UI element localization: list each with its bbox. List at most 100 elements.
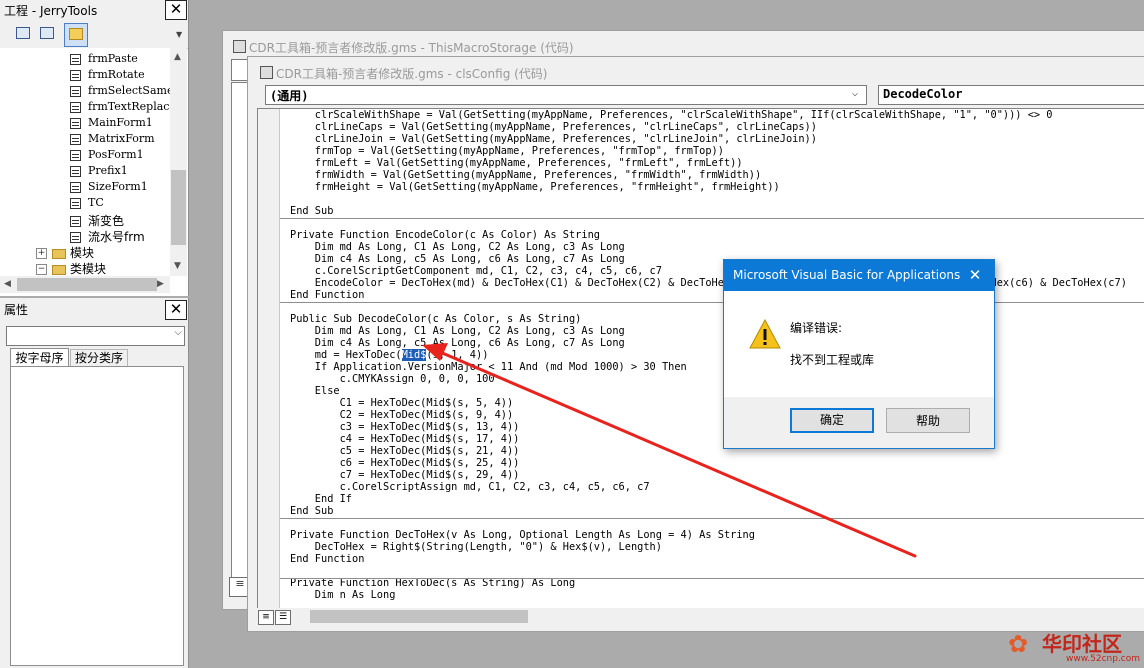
properties-panel: 属性 ✕ ⌵ 按字母序 按分类序 [0,298,189,668]
properties-grid[interactable] [10,366,184,666]
scroll-right-icon[interactable]: ▶ [157,279,164,289]
project-explorer-title: 工程 - JerryTools [4,4,98,18]
code-line-hexdec: md = HexToDec(Mid$(s, 1, 4)) [290,349,488,361]
tree-vertical-scroll-thumb[interactable] [171,170,186,245]
project-explorer-titlebar: 工程 - JerryTools ✕ [0,0,188,21]
view-object-icon [40,27,54,39]
dialog-titlebar: Microsoft Visual Basic for Applications … [724,260,994,291]
properties-object-select[interactable]: ⌵ [6,326,185,346]
userform-icon [70,53,81,65]
expand-icon[interactable]: + [36,248,47,259]
tree-folder-modules[interactable]: + 模块 [36,244,94,260]
code-block-encodecolor: Private Function EncodeColor(c As Color)… [290,229,1127,301]
tab-alphabetic[interactable]: 按字母序 [10,348,69,367]
scroll-left-icon[interactable]: ◀ [4,279,11,289]
properties-close-icon[interactable]: ✕ [165,300,187,320]
help-button[interactable]: 帮助 [886,408,970,433]
selected-code-text[interactable]: Mid$ [401,349,427,361]
tree-item-label: PosForm1 [88,148,144,161]
collapse-icon[interactable]: − [36,264,47,275]
userform-icon [70,101,81,113]
view-object-button[interactable] [36,23,58,45]
site-watermark: ✿ 华印社区 www.52cnp.com [1008,628,1142,668]
chevron-down-icon[interactable]: ⌵ [852,88,858,99]
code-text[interactable]: clrScaleWithShape = Val(GetSetting(myApp… [290,109,1127,601]
tree-horizontal-scroll-thumb[interactable] [17,278,157,291]
tree-item-label: frmPaste [88,52,138,65]
tree-item-form[interactable]: frmPaste [70,52,138,68]
userform-icon [70,133,81,145]
tree-item-label: MatrixForm [88,132,155,145]
tree-item-label: 渐变色 [88,214,125,228]
object-select[interactable]: (通用) ⌵ [265,85,867,105]
tree-item-form[interactable]: SizeForm1 [70,180,148,196]
chevron-down-icon[interactable]: ⌵ [174,327,182,338]
procedure-separator [280,218,1144,219]
properties-title: 属性 [4,303,29,317]
tree-item-form[interactable]: frmRotate [70,68,145,84]
toolbar-overflow-icon[interactable]: ▼ [176,30,184,44]
view-code-button[interactable] [12,23,34,45]
tree-item-label: TC [88,196,104,209]
warning-icon [749,319,781,349]
code-horizontal-scroll-thumb[interactable] [310,610,528,623]
userform-icon [70,69,81,81]
tree-item-label: Prefix1 [88,164,128,177]
tree-item-form[interactable]: Prefix1 [70,164,128,180]
code-window-icon [260,66,273,79]
tree-item-form[interactable]: frmSelectSame [70,84,170,100]
tree-item-form[interactable]: 渐变色 [70,212,124,228]
project-explorer-close-icon[interactable]: ✕ [165,0,187,20]
userform-icon [70,117,81,129]
userform-icon [70,165,81,177]
tree-item-form[interactable]: 流水号frm [70,228,145,244]
tree-item-label: frmSelectSame [88,84,170,97]
procedure-view-icon[interactable]: ≡ [258,610,274,625]
project-tree: frmPaste frmRotate frmSelectSame frmText… [0,48,170,276]
code-window-clsconfig[interactable]: CDR工具箱-预言者修改版.gms - clsConfig (代码) (通用) … [247,56,1144,632]
procedure-select-value: DecodeColor [883,87,963,101]
code-block-dectohex: Private Function DecToHex(v As Long, Opt… [290,529,755,565]
watermark-logo-icon: ✿ [1008,630,1029,658]
code-window-title: CDR工具箱-预言者修改版.gms - clsConfig (代码) [276,67,548,81]
tree-item-form[interactable]: MainForm1 [70,116,153,132]
tree-item-form[interactable]: frmTextReplac [70,100,169,116]
userform-icon [70,197,81,209]
tree-item-form[interactable]: TC [70,196,104,212]
tree-item-label: 流水号frm [88,230,145,244]
folder-icon [52,248,66,259]
ok-button[interactable]: 确定 [790,408,874,433]
toggle-folders-button[interactable] [64,23,88,47]
procedure-select[interactable]: DecodeColor [878,85,1144,105]
code-fragment: (s, 1, 4)) [426,349,489,361]
userform-icon [70,85,81,97]
code-editor[interactable]: clrScaleWithShape = Val(GetSetting(myApp… [257,108,1144,610]
dialog-message-title: 编译错误: [790,321,843,335]
dialog-title: Microsoft Visual Basic for Applications [733,268,961,282]
scroll-down-icon[interactable]: ▼ [174,261,181,271]
tree-item-label: frmTextReplac [88,100,170,113]
watermark-text: 华印社区 [1042,632,1122,656]
tree-item-label: SizeForm1 [88,180,148,193]
code-area-partial [231,82,248,582]
procedure-separator [280,578,1144,579]
code-margin-indicator-bar[interactable] [258,109,280,609]
code-fragment: md = HexToDec( [290,349,402,361]
object-select-value: (通用) [270,89,309,103]
folder-icon [69,28,83,40]
dialog-close-icon[interactable]: ✕ [964,265,986,285]
tree-item-form[interactable]: MatrixForm [70,132,155,148]
tree-folder-class-modules[interactable]: − 类模块 [36,260,106,276]
code-block-decodecolor-head: Public Sub DecodeColor(c As Color, s As … [290,313,625,349]
tree-item-form[interactable]: PosForm1 [70,148,144,164]
procedure-separator [280,302,1144,303]
dialog-message: 找不到工程或库 [790,353,875,367]
dialog-body: 编译错误: 找不到工程或库 [724,291,994,397]
full-module-view-icon[interactable]: ☰ [275,610,291,625]
scroll-up-icon[interactable]: ▲ [174,52,181,62]
tree-folder-label: 模块 [70,246,95,260]
procedure-separator [280,518,1144,519]
code-window-icon [233,40,246,53]
compile-error-dialog[interactable]: Microsoft Visual Basic for Applications … [723,259,995,449]
tab-categorized[interactable]: 按分类序 [70,349,128,367]
